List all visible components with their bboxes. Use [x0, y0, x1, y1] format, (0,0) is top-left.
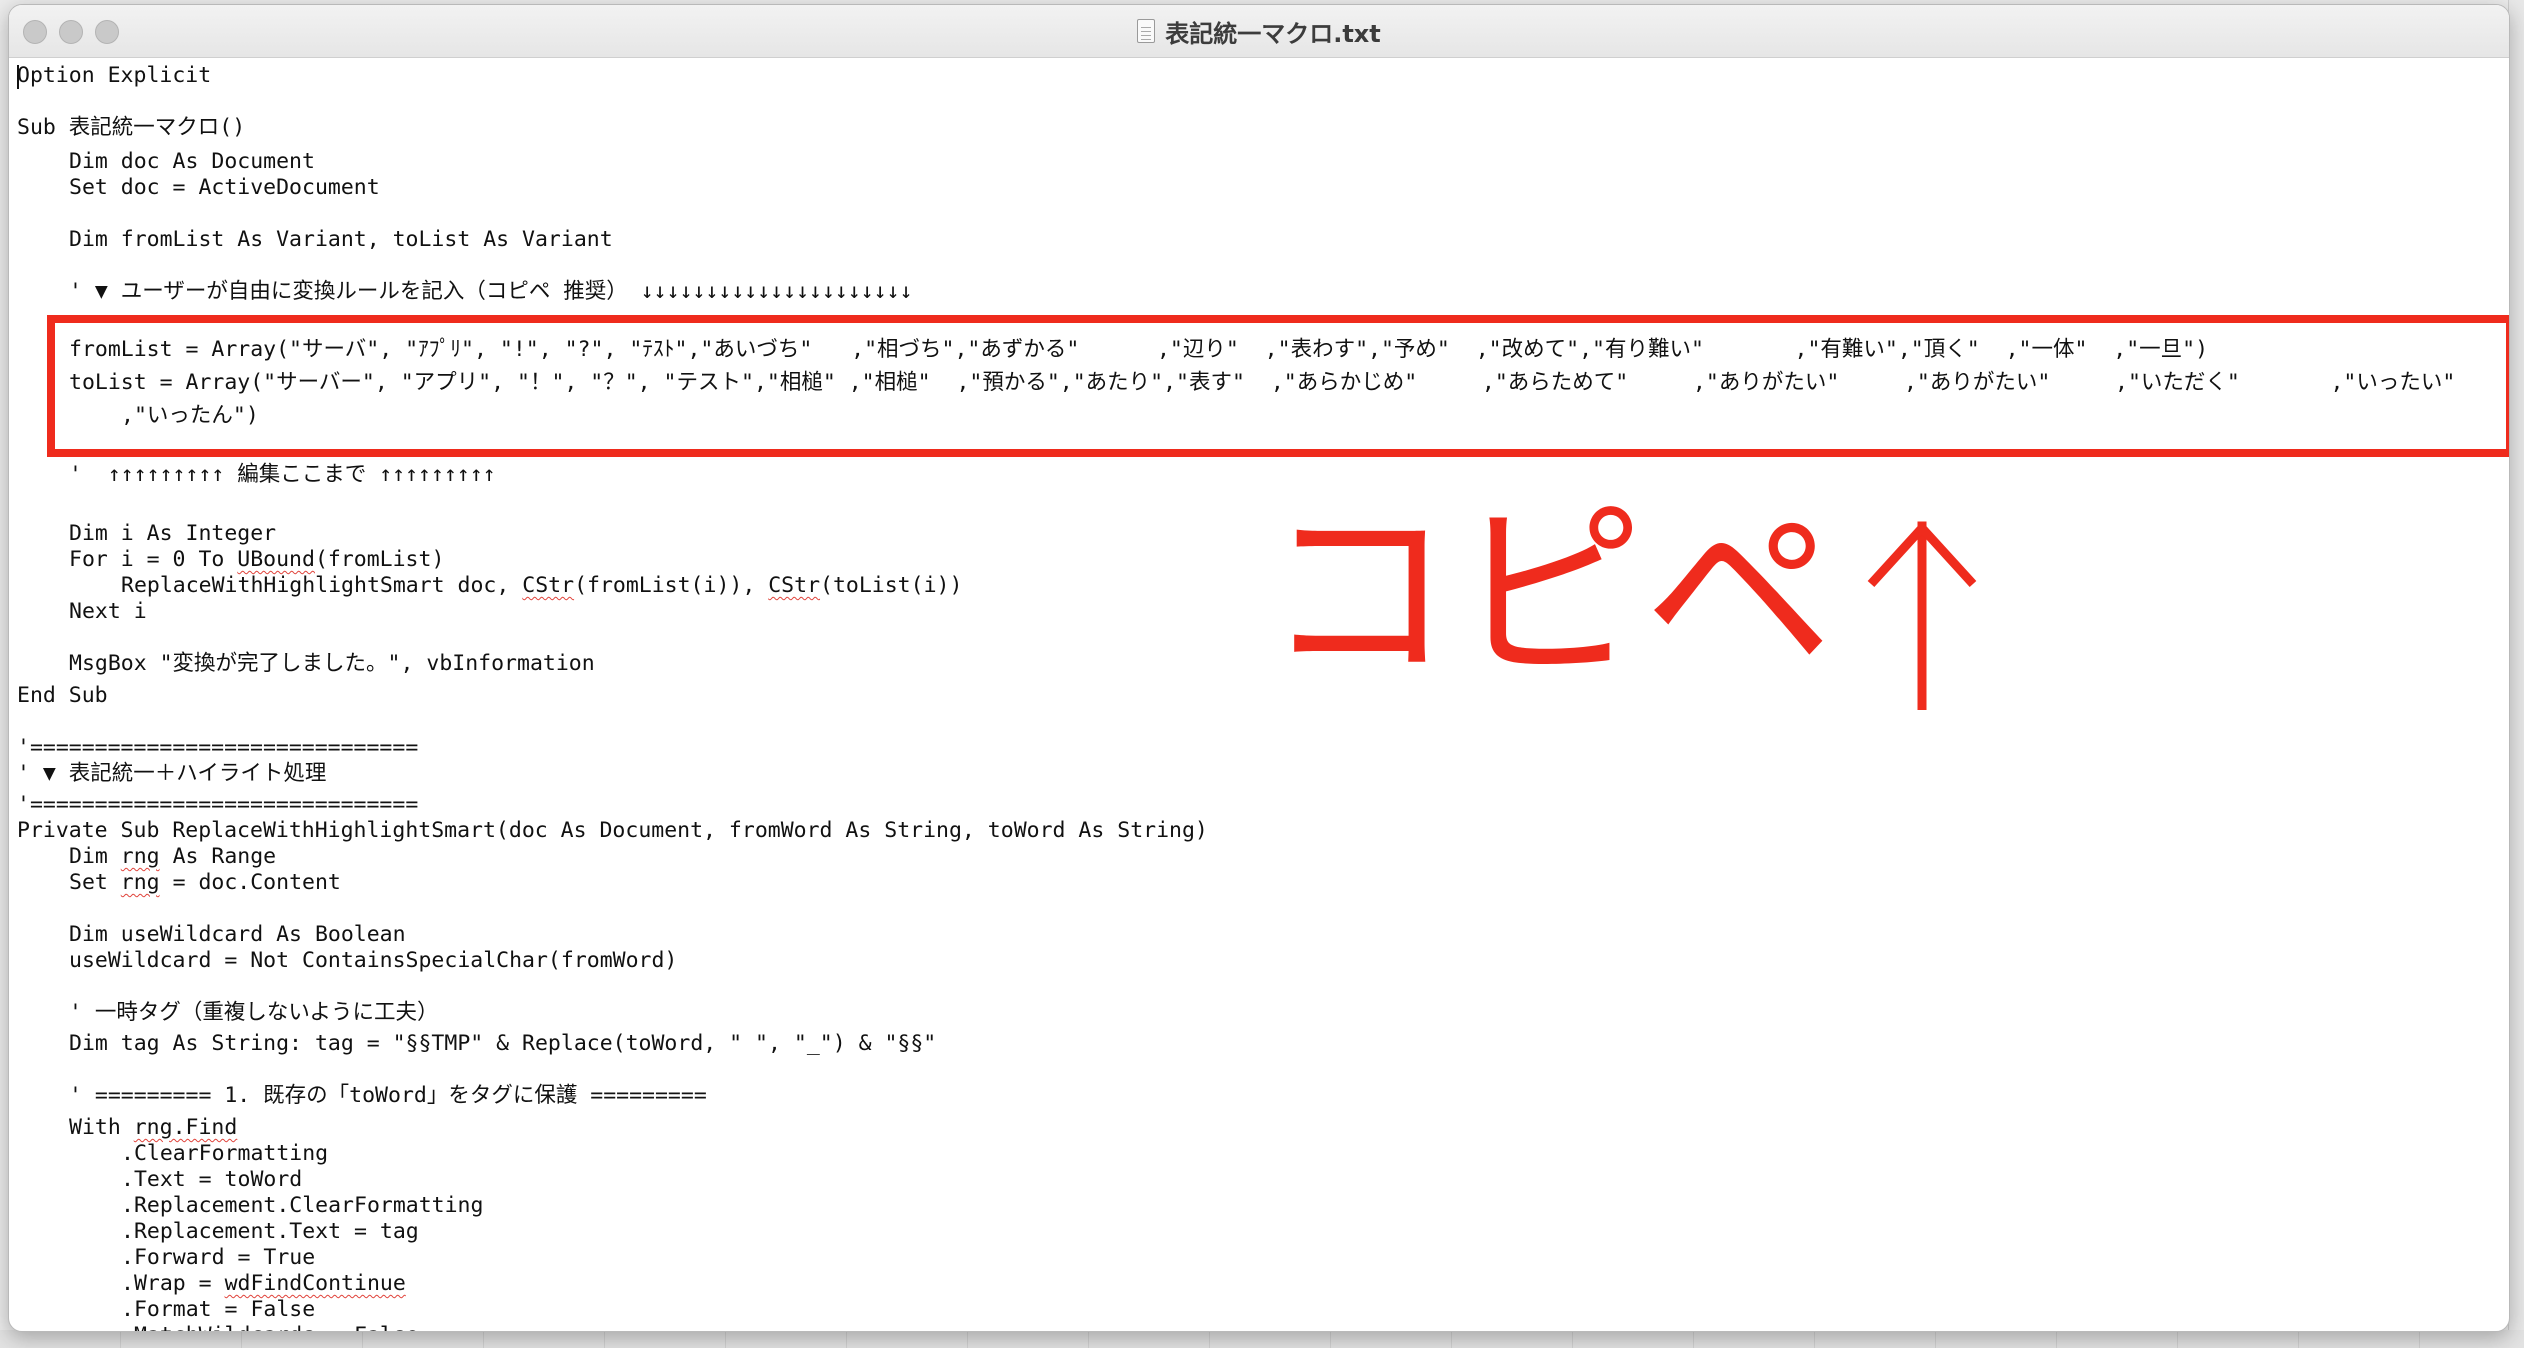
code-line: End Sub [17, 683, 108, 708]
code-line: .MatchWildcards = False [121, 1323, 419, 1331]
background-window-edge [2508, 0, 2524, 1348]
title-bar[interactable]: 表記統一マクロ.txt [9, 5, 2509, 58]
code-line: .Replacement.ClearFormatting [121, 1193, 484, 1218]
code-line: For i = 0 To UBound(fromList) [69, 547, 445, 572]
code-line: MsgBox "変換が完了しました。", vbInformation [69, 651, 595, 676]
code-line: Next i [69, 599, 147, 624]
code-line: Dim rng As Range [69, 844, 277, 869]
red-highlight-box [47, 315, 2509, 457]
code-comment-line: ' ========= 1. 既存の「toWord」をタグに保護 =======… [69, 1083, 707, 1108]
code-line: Set doc = ActiveDocument [69, 175, 380, 200]
text-editor-window: 表記統一マクロ.txt Option Explicit Sub 表記統一マクロ(… [8, 4, 2510, 1332]
code-line: Dim tag As String: tag = "§§TMP" & Repla… [69, 1031, 937, 1056]
code-line: With rng.Find [69, 1115, 238, 1140]
code-line: Set rng = doc.Content [69, 870, 341, 895]
code-line: .Wrap = wdFindContinue [121, 1271, 406, 1296]
background-spreadsheet-edge [0, 1330, 2524, 1348]
code-comment-line: ' ▼ ユーザーが自由に変換ルールを記入（コピペ 推奨） ↓↓↓↓↓↓↓↓↓↓↓… [69, 279, 913, 304]
code-line: .Forward = True [121, 1245, 316, 1270]
code-comment-line: '============================== [17, 735, 419, 760]
code-line: .Text = toWord [121, 1167, 303, 1192]
document-icon [1137, 19, 1156, 43]
code-line: Option Explicit [17, 63, 212, 88]
code-line: Dim doc As Document [69, 149, 315, 174]
window-title-text: 表記統一マクロ.txt [1165, 19, 1381, 48]
code-line: ReplaceWithHighlightSmart doc, CStr(from… [121, 573, 963, 598]
code-comment-line: ' ▼ 表記統一＋ハイライト処理 [17, 761, 327, 786]
code-comment-line: ' 一時タグ（重複しないように工夫） [69, 1000, 439, 1025]
code-line: Sub 表記統一マクロ() [17, 115, 246, 140]
code-line: Dim useWildcard As Boolean [69, 922, 406, 947]
code-comment-line: ' ↑↑↑↑↑↑↑↑↑ 編集ここまで ↑↑↑↑↑↑↑↑↑ [69, 462, 496, 487]
copy-paste-annotation: コピペ [1264, 484, 1835, 705]
window-title: 表記統一マクロ.txt [9, 5, 2509, 57]
text-editor-area[interactable]: Option Explicit Sub 表記統一マクロ() Dim doc As… [17, 63, 2497, 1331]
code-comment-line: '============================== [17, 792, 419, 817]
code-line: useWildcard = Not ContainsSpecialChar(fr… [69, 948, 678, 973]
code-line: Dim i As Integer [69, 521, 277, 546]
code-line: .Format = False [121, 1297, 316, 1322]
code-line: Dim fromList As Variant, toList As Varia… [69, 227, 613, 252]
up-arrow-icon [1867, 521, 1977, 710]
code-line: Private Sub ReplaceWithHighlightSmart(do… [17, 818, 1208, 843]
code-line: .ClearFormatting [121, 1141, 329, 1166]
code-line: .Replacement.Text = tag [121, 1219, 419, 1244]
